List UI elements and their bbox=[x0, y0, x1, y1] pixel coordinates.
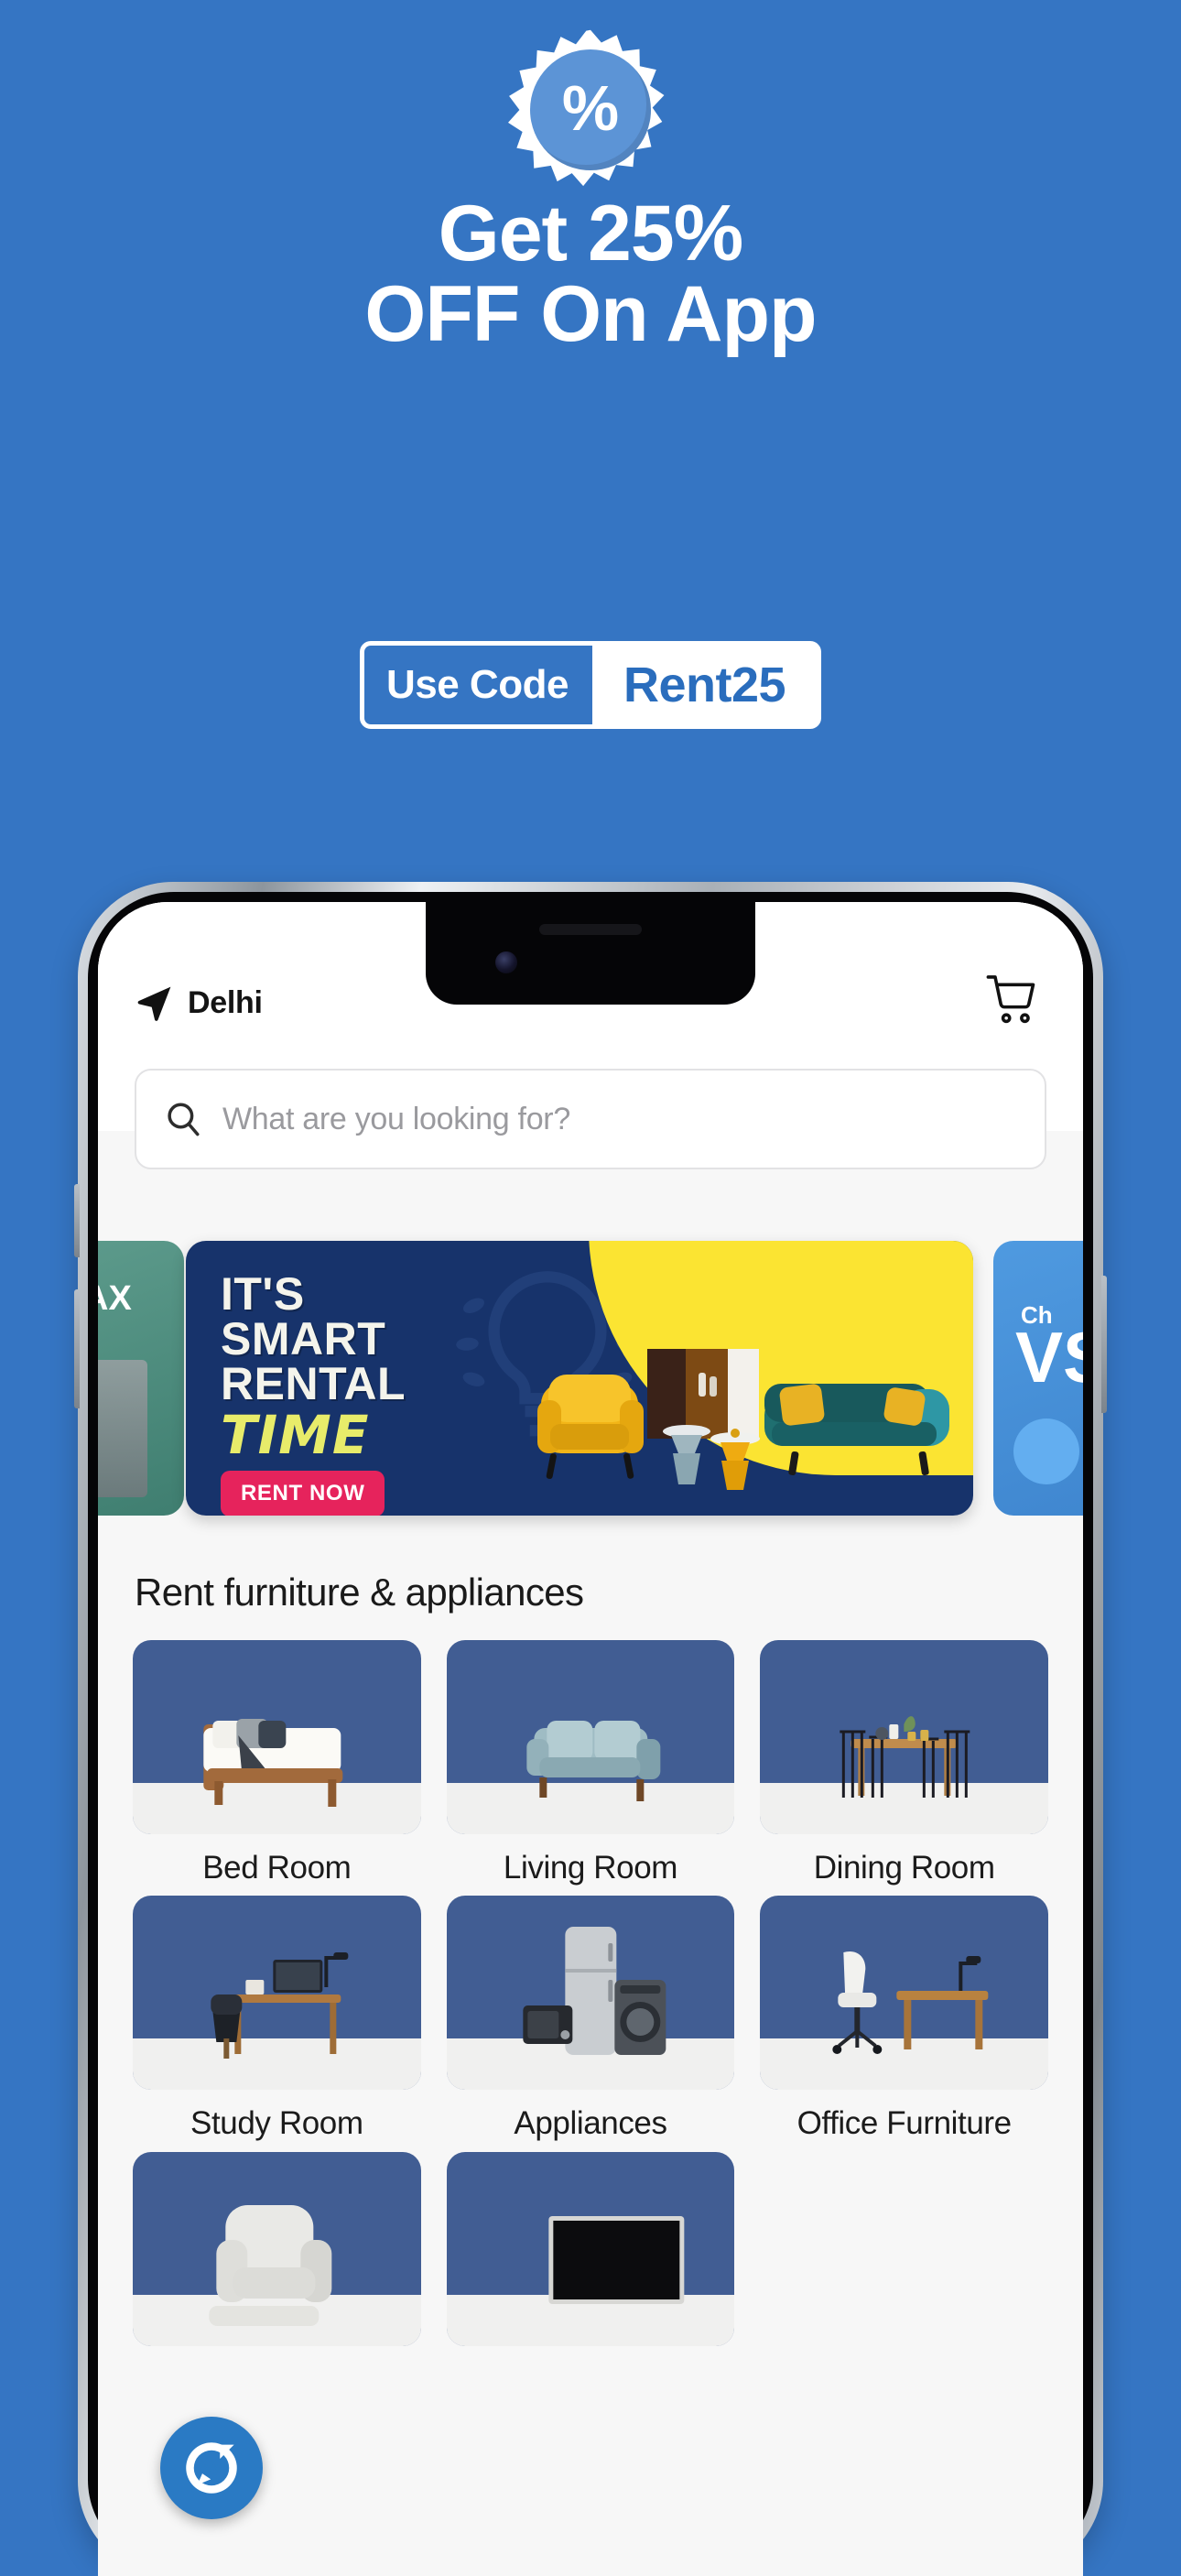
page-title: Get 25% OFF On App bbox=[0, 193, 1181, 358]
category-card-appliances[interactable]: Appliances bbox=[446, 1896, 735, 2142]
category-card-dining-room[interactable]: Dining Room bbox=[760, 1640, 1048, 1886]
banner-active[interactable]: IT'S SMART RENTAL TIME RENT NOW bbox=[186, 1241, 973, 1516]
category-label: Living Room bbox=[503, 1850, 678, 1886]
badge-percent-symbol: % bbox=[561, 72, 620, 144]
office-furniture-photo bbox=[760, 1896, 1048, 2091]
category-card-living-room[interactable]: Living Room bbox=[446, 1640, 735, 1886]
banner-line-1: IT'S bbox=[221, 1268, 305, 1320]
app-viewport: Delhi What are you looking for? X IT'S S… bbox=[98, 902, 1083, 2576]
banner-furniture-illustration bbox=[537, 1349, 949, 1490]
category-label: Office Furniture bbox=[796, 2105, 1013, 2142]
banner-next-text-2: VS bbox=[1015, 1317, 1083, 1397]
power-button[interactable] bbox=[1101, 1276, 1107, 1413]
banner-prev-text: AX bbox=[98, 1279, 132, 1318]
banner-previous-peek[interactable]: AX bbox=[98, 1241, 184, 1516]
category-label: Appliances bbox=[514, 2105, 667, 2142]
recliner-photo bbox=[133, 2151, 421, 2346]
navigation-arrow-icon bbox=[137, 986, 171, 1021]
phone-screen: Delhi What are you looking for? X IT'S S… bbox=[98, 902, 1083, 2576]
category-label: Dining Room bbox=[813, 1850, 995, 1886]
banner-carousel[interactable]: AX bbox=[98, 1241, 1083, 1516]
appliances-photo bbox=[446, 1896, 735, 2091]
phone-notch bbox=[426, 902, 755, 1005]
headline-line-1: Get 25% bbox=[438, 190, 743, 277]
category-card-office-furniture[interactable]: Office Furniture bbox=[760, 1896, 1048, 2142]
banner-prev-appliance bbox=[98, 1360, 147, 1497]
phone-mockup: Delhi What are you looking for? X IT'S S… bbox=[74, 882, 1107, 2576]
location-label: Delhi bbox=[188, 984, 263, 1020]
banner-script-word: TIME bbox=[221, 1404, 370, 1466]
search-input[interactable]: What are you looking for? bbox=[135, 1069, 1046, 1169]
search-bar[interactable]: What are you looking for? bbox=[135, 1069, 1046, 1169]
cart-button[interactable] bbox=[986, 973, 1043, 1031]
headline-line-2: OFF On App bbox=[364, 269, 817, 358]
category-grid: Bed Room Living Room Dining Room Study R… bbox=[133, 1640, 1048, 2361]
bedroom-photo bbox=[133, 1640, 421, 1834]
promo-hero: % Get 25% OFF On App Use Code Rent25 bbox=[0, 0, 1181, 861]
banner-next-peek[interactable]: Ch VS bbox=[993, 1241, 1083, 1516]
search-placeholder: What are you looking for? bbox=[222, 1101, 570, 1136]
category-card-study-room[interactable]: Study Room bbox=[133, 1896, 421, 2142]
banner-line-3: RENTAL bbox=[221, 1358, 406, 1409]
category-card-television[interactable] bbox=[446, 2151, 735, 2361]
banner-line-2: SMART bbox=[221, 1313, 386, 1364]
location-selector[interactable]: Delhi bbox=[135, 983, 263, 1023]
banner-text-block: IT'S SMART RENTAL TIME RENT NOW bbox=[221, 1268, 406, 1516]
category-card-bed-room[interactable]: Bed Room bbox=[133, 1640, 421, 1886]
dining-room-photo bbox=[760, 1640, 1048, 1834]
category-label: Bed Room bbox=[202, 1850, 352, 1886]
study-room-photo bbox=[133, 1896, 421, 2091]
chat-bubble-icon bbox=[186, 2442, 237, 2494]
use-code-label: Use Code bbox=[363, 646, 592, 724]
search-icon bbox=[168, 1103, 200, 1136]
chat-fab-button[interactable] bbox=[160, 2417, 263, 2519]
volume-up-button[interactable] bbox=[74, 1184, 80, 1257]
front-camera bbox=[495, 951, 517, 973]
promo-code-chip[interactable]: Use Code Rent25 bbox=[359, 641, 822, 729]
shopping-cart-icon bbox=[986, 975, 1035, 1024]
section-title: Rent furniture & appliances bbox=[135, 1571, 584, 1614]
earpiece-speaker bbox=[539, 924, 642, 935]
rent-now-button[interactable]: RENT NOW bbox=[221, 1471, 385, 1516]
discount-badge: % bbox=[508, 27, 673, 192]
category-card-recliner[interactable] bbox=[133, 2151, 421, 2361]
volume-down-button[interactable] bbox=[74, 1289, 80, 1408]
promo-code-value[interactable]: Rent25 bbox=[591, 646, 818, 724]
category-label: Study Room bbox=[190, 2105, 363, 2142]
living-room-photo bbox=[446, 1640, 735, 1834]
television-photo bbox=[446, 2151, 735, 2346]
banner-next-circle bbox=[1013, 1418, 1079, 1484]
